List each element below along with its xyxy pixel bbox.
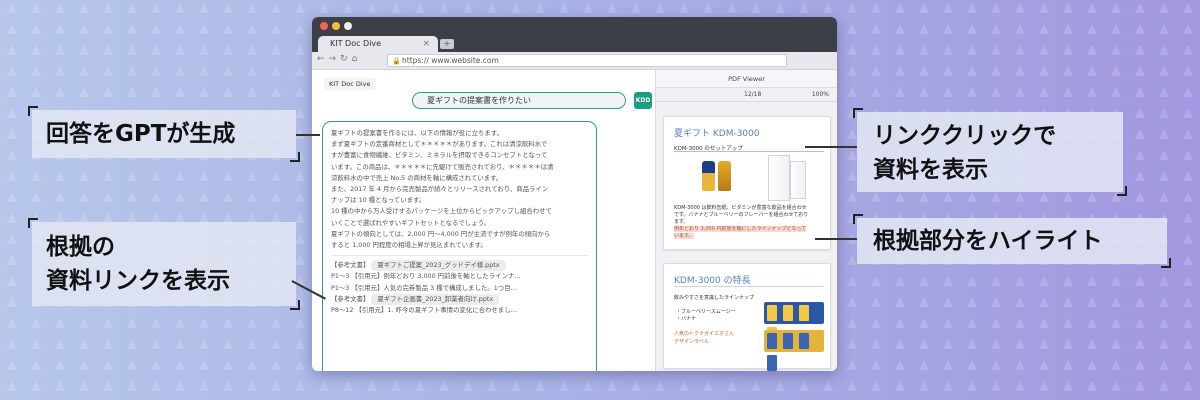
user-query-bubble: 夏ギフトの提案書を作りたい — [412, 92, 626, 109]
callout-text: 資料リンクを表示 — [46, 268, 230, 294]
assistant-avatar: KDD — [634, 92, 652, 109]
callout-text: 根拠の — [46, 234, 115, 260]
bottle-image — [718, 161, 731, 191]
new-tab-button[interactable]: + — [440, 39, 454, 49]
body-line: ます。 — [674, 219, 689, 225]
body-line: KDM-3000 は飲料缶紙、ビタミンが豊富な飲品を組合わせ — [674, 205, 807, 211]
close-window-button[interactable] — [320, 22, 328, 30]
answer-line: 涼飲料水の中で売上 No.5 の商材を軸に構成されています。 — [331, 173, 503, 182]
product-bottles-image — [702, 161, 731, 191]
pdf-viewer-title: PDF Viewer — [656, 70, 837, 88]
app-brand: KIT Doc Dive — [324, 78, 376, 90]
address-bar[interactable]: 🔒 https:// www.website.com — [387, 54, 787, 67]
page-title: KDM-3000 の特長 — [674, 276, 751, 286]
title-bar — [312, 17, 837, 36]
callout-source-link: 根拠の 資料リンクを表示 — [28, 218, 300, 310]
page-title: 夏ギフト KDM-3000 — [674, 129, 760, 139]
browser-window: KIT Doc Dive × + ← → ↻ ⌂ 🔒 https:// www.… — [312, 17, 837, 371]
list-item: ・ブルーベリースムージー — [676, 309, 736, 315]
citation-line[interactable]: P8～12 【引用元】1. 昨今の夏ギフト事情の変化に合わせまし… — [331, 305, 588, 316]
reload-icon[interactable]: ↻ — [340, 54, 348, 64]
highlighted-evidence: 例年どおり 3,000 円前後を軸にしたラインナップとなって — [674, 226, 807, 232]
minimize-window-button[interactable] — [332, 22, 340, 30]
reference-link[interactable]: 夏ギフト企画書_2023_卸業者向け.pptx — [371, 293, 500, 306]
answer-line: また、2017 年 4 月から完売製品が続々とリリースされており、商品ライン — [331, 185, 549, 194]
product-pack-image — [764, 330, 824, 371]
tab-title: KIT Doc Dive — [330, 39, 382, 48]
answer-bubble: 夏ギフトの提案書を作るには、以下の情報が役に立ちます。 まず夏ギフトの定番商材と… — [322, 121, 597, 371]
callout-text: リンククリックで — [873, 123, 1057, 149]
gift-box-image — [790, 161, 806, 199]
connector-line — [805, 146, 857, 148]
lock-icon: 🔒 — [392, 57, 401, 65]
citation-line[interactable]: P1～3 【引用元】人気の完券製品 3 種で構成しました。1つ目… — [331, 283, 588, 294]
callout-link-click: リンククリックで 資料を表示 — [853, 108, 1127, 196]
answer-line: すると 1,000 円程度の相場上昇が見込まれています。 — [331, 241, 487, 250]
list-item: ・バナナ — [676, 316, 697, 322]
pdf-page-card[interactable]: 夏ギフト KDM-3000 KDM-3000 のセットアップ KDM-3000 … — [663, 116, 831, 250]
pdf-page-card[interactable]: KDM-3000 の特長 飲みやすさを意識したラインナップ ・ブルーベリースムー… — [663, 263, 831, 371]
chat-pane: KIT Doc Dive 夏ギフトの提案書を作りたい KDD 夏ギフトの提案書を… — [312, 70, 655, 371]
connector-line — [296, 134, 320, 136]
home-icon[interactable]: ⌂ — [352, 54, 358, 64]
gift-box-image — [768, 155, 790, 201]
body-line: です。バナナとブルーベリーのフレーバーを組合わせており — [674, 212, 809, 218]
reference-label: 【参考文書】 — [331, 294, 370, 303]
callout-highlight: 根拠部分をハイライト — [853, 214, 1171, 268]
highlighted-evidence: います。 — [674, 233, 694, 239]
divider — [331, 255, 588, 257]
zoom-level[interactable]: 100% — [812, 91, 829, 98]
tab-bar: KIT Doc Dive × + — [312, 36, 837, 52]
note-line: 人気のトクナガイエオさん — [674, 331, 734, 337]
callout-text: 根拠部分をハイライト — [873, 228, 1103, 254]
browser-tab[interactable]: KIT Doc Dive × — [318, 36, 438, 52]
pdf-viewer-pane: PDF Viewer 12/18 100% 夏ギフト KDM-3000 KDM-… — [655, 70, 837, 371]
tab-close-icon[interactable]: × — [422, 36, 430, 52]
answer-line: います。この商品は、＊＊＊＊＊に先駆けて販売されており、＊＊＊＊＊は清 — [331, 162, 554, 171]
connector-line — [815, 238, 857, 240]
label-note: 人気のトクナガイエオさん デザインラベル — [674, 330, 734, 346]
callout-text: 資料を表示 — [873, 157, 988, 183]
reference-row: 【参考文書】 夏ギフト企画書_2023_卸業者向け.pptx — [331, 293, 588, 306]
callout-text: 回答をGPTが生成 — [46, 121, 236, 147]
divider — [674, 286, 824, 287]
answer-line: まず夏ギフトの定番商材として＊＊＊＊＊があります。これは清涼飲料水で — [331, 140, 548, 149]
answer-line: いくことで選ばれやすいギフトセットとなるでしょう。 — [331, 218, 490, 227]
maximize-window-button[interactable] — [344, 22, 352, 30]
divider — [674, 151, 824, 152]
answer-line: 10 種の中から万人受けするパッケージを上位からピックアップし組合わせて — [331, 207, 552, 216]
note-line: デザインラベル — [674, 339, 710, 345]
citation-line[interactable]: P1～3 【引用元】例年どおり 3,000 円前後を軸としたラインナ… — [331, 271, 588, 282]
reference-link[interactable]: 夏ギフトご提案_2023_グッドデイ様.pptx — [371, 260, 506, 272]
back-icon[interactable]: ← — [317, 54, 325, 64]
reference-row: 【参考文書】 夏ギフトご提案_2023_グッドデイ様.pptx — [331, 260, 588, 272]
answer-line: 夏ギフトの提案書を作るには、以下の情報が役に立ちます。 — [331, 129, 503, 137]
nav-bar: ← → ↻ ⌂ 🔒 https:// www.website.com — [312, 52, 837, 70]
answer-line: ナップは 10 種となっています。 — [331, 196, 426, 205]
bottle-image — [702, 161, 715, 191]
callout-gpt-answer: 回答をGPTが生成 — [28, 106, 300, 162]
reference-label: 【参考文書】 — [331, 261, 370, 270]
page-body-text: KDM-3000 は飲料缶紙、ビタミンが豊富な飲品を組合わせ です。バナナとブル… — [674, 205, 826, 240]
product-pack-image — [764, 302, 824, 343]
url-text: https:// www.website.com — [402, 56, 499, 65]
page-indicator: 12/18 — [744, 91, 762, 98]
page-subtitle: 飲みやすさを意識したラインナップ — [674, 295, 755, 301]
pdf-toolbar: 12/18 100% — [656, 88, 837, 102]
answer-line: 夏ギフトの傾向としては、2,000 円～4,000 円が主流ですが例年の傾向から — [331, 229, 551, 238]
forward-icon[interactable]: → — [329, 54, 337, 64]
app-content: KIT Doc Dive 夏ギフトの提案書を作りたい KDD 夏ギフトの提案書を… — [312, 70, 837, 371]
feature-list: ・ブルーベリースムージー ・バナナ — [676, 309, 736, 323]
answer-line: すが豊富に食物繊維、ビタミン、ミネラルを摂取できるコンセプトとなって — [331, 151, 548, 160]
